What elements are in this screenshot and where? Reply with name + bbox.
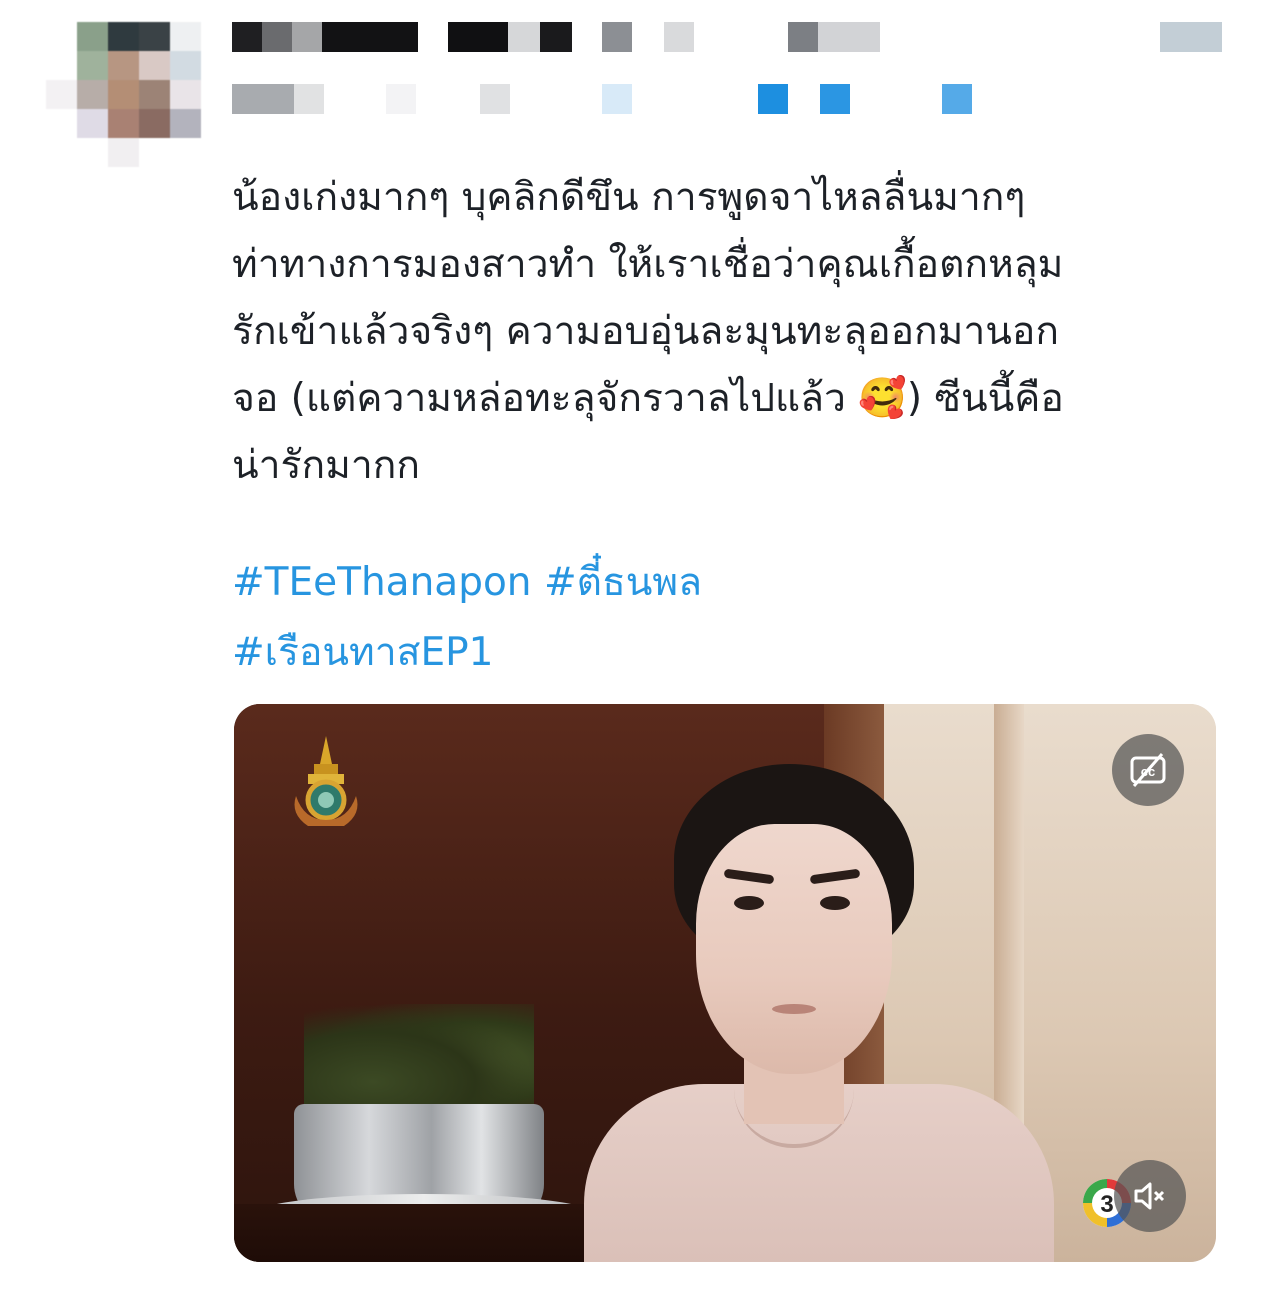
speaker-muted-icon [1134,1182,1165,1210]
hashtag-link[interactable]: #ตี๋ธนพล [544,560,702,605]
tweet-text-line: จอ (แต่ความหล่อทะลุจักรวาลไปแล้ว 🥰) ซีนน… [232,376,1064,421]
tweet-text-line: ท่าทางการมองสาวทำ ให้เราเชื่อว่าคุณเกื้อ… [232,242,1064,287]
hashtag-link[interactable]: #เรือนทาสEP1 [232,630,493,675]
video-person-eye [734,896,764,910]
tweet-text: น้องเก่งมากๆ บุคลิกดีขึน การพูดจาไหลลื่น… [232,164,1232,499]
user-avatar[interactable] [46,22,202,167]
svg-text:3: 3 [1100,1191,1113,1218]
video-person-face [696,824,892,1074]
tweet-text-line: น้องเก่งมากๆ บุคลิกดีขึน การพูดจาไหลลื่น… [232,175,1026,220]
tweet-text-line: รักเข้าแล้วจริงๆ ความอบอุ่นละมุนทะลุออกม… [232,309,1059,354]
royal-emblem-logo [294,736,358,826]
video-person-eye [820,896,850,910]
closed-captions-off-icon: cc [1130,753,1166,787]
video-person-mouth [772,1004,816,1014]
hashtag-link[interactable]: #TEeThanapon [232,560,532,605]
embedded-video[interactable]: 3 cc [234,704,1216,1262]
mute-button[interactable] [1114,1160,1186,1232]
tweet-text-line: น่ารักมากก [232,443,420,488]
closed-captions-button[interactable]: cc [1112,734,1184,806]
hashtag-block: #TEeThanapon #ตี๋ธนพล #เรือนทาสEP1 [232,548,1232,688]
